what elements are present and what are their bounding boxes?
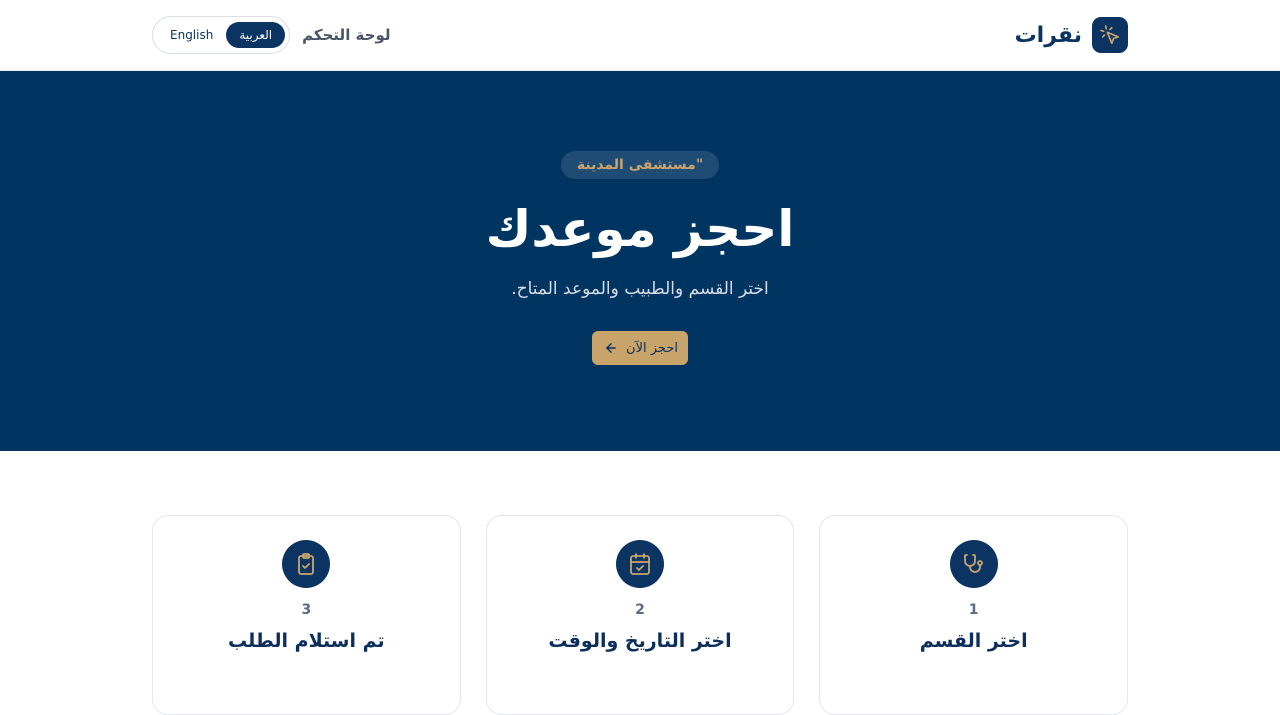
step-title: اختر التاريخ والوقت — [548, 630, 732, 652]
book-now-label: احجز الآن — [626, 340, 678, 356]
step-card: 1 اختر القسم — [819, 515, 1128, 715]
header-actions: English العربية لوحة التحكم — [152, 16, 391, 54]
lang-option-english[interactable]: English — [157, 22, 226, 48]
book-now-button[interactable]: احجز الآن — [592, 331, 688, 365]
dashboard-link[interactable]: لوحة التحكم — [302, 26, 390, 44]
clipboard-check-icon — [282, 540, 331, 588]
cursor-click-icon — [1092, 17, 1128, 53]
step-card: 2 اختر التاريخ والوقت — [485, 515, 795, 715]
calendar-check-icon — [616, 540, 664, 588]
hospital-badge: "مستشفى المدينة — [560, 151, 720, 179]
step-number: 2 — [635, 602, 645, 618]
step-number: 1 — [968, 602, 979, 618]
booking-steps: 1 اختر القسم 2 اختر التاريخ والوقت 3 تم … — [151, 515, 1128, 715]
lang-option-arabic[interactable]: العربية — [226, 22, 286, 48]
hero-section: "مستشفى المدينة احجز موعدك اختر القسم وا… — [0, 71, 1280, 451]
step-title: اختر القسم — [919, 630, 1028, 652]
step-title: تم استلام الطلب — [228, 630, 385, 652]
hero-subtitle: اختر القسم والطبيب والموعد المتاح. — [511, 279, 769, 299]
page-title: احجز موعدك — [485, 200, 795, 258]
step-card: 3 تم استلام الطلب — [151, 515, 461, 715]
step-number: 3 — [301, 602, 312, 618]
brand[interactable]: نقرات — [1015, 17, 1128, 53]
brand-name: نقرات — [1014, 22, 1082, 48]
arrow-left-icon — [604, 341, 618, 355]
language-toggle[interactable]: English العربية — [152, 16, 291, 54]
stethoscope-icon — [949, 540, 998, 588]
top-header: نقرات English العربية لوحة التحكم — [0, 0, 1280, 71]
